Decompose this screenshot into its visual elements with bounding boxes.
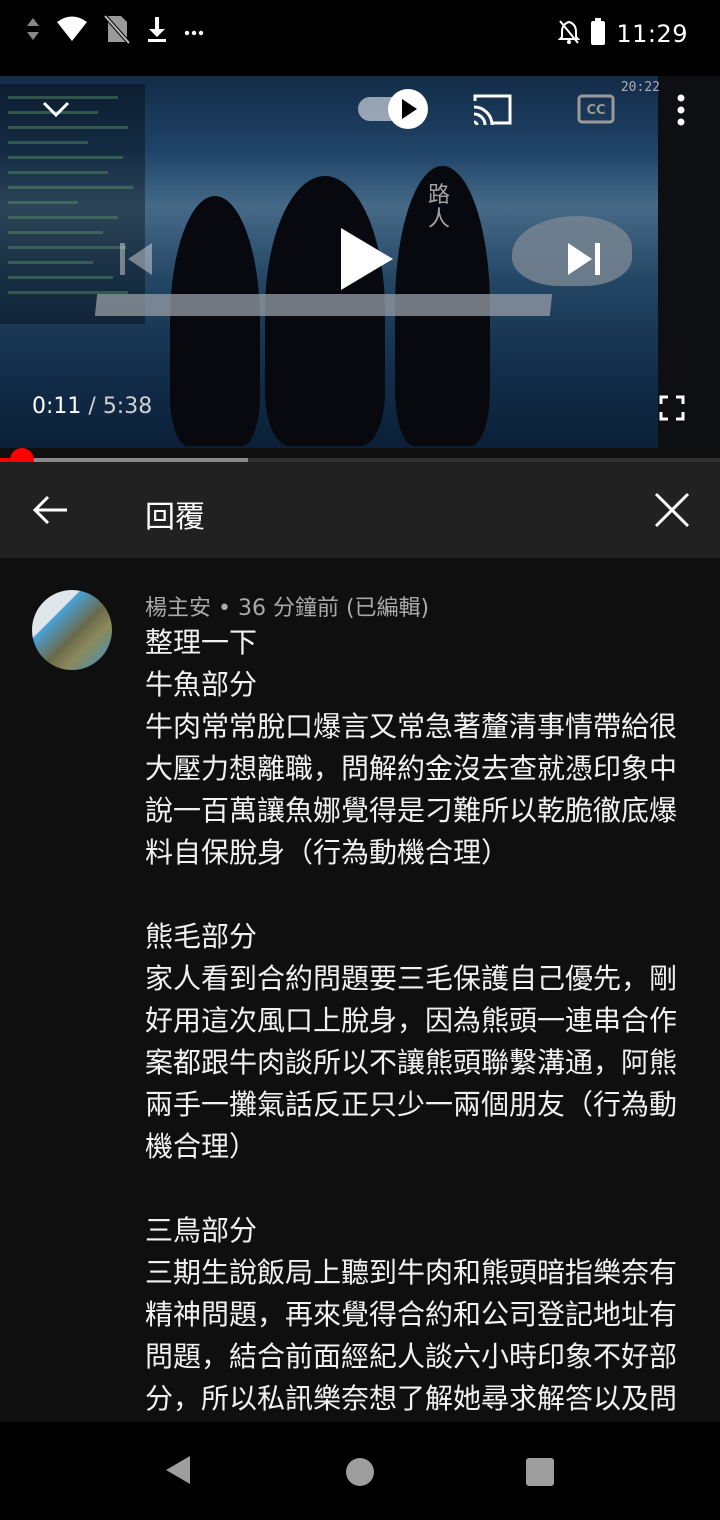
home-circle-icon[interactable]: [340, 1452, 380, 1492]
comment-thread-item: 楊主安 • 36 分鐘前 (已編輯) 整理一下 牛魚部分 牛肉常常脫口爆言又常急…: [0, 558, 720, 1422]
system-nav-bar: [0, 1422, 720, 1520]
status-left-icons: [26, 14, 204, 48]
more-notifications-icon: [184, 22, 204, 41]
svg-text:CC: CC: [586, 103, 605, 118]
time-separator: /: [81, 394, 103, 419]
status-clock: 11:29: [616, 20, 688, 48]
no-sim-icon: [103, 14, 131, 48]
skip-previous-icon[interactable]: [112, 236, 160, 282]
data-arrows-icon: [26, 14, 40, 48]
mute-bell-icon: [557, 19, 581, 49]
download-icon: [146, 15, 168, 47]
reply-panel-title: 回覆: [145, 500, 205, 535]
current-time: 0:11: [32, 394, 82, 419]
reply-panel-header: 回覆: [0, 462, 720, 558]
time-display: 0:11 / 5:38: [32, 394, 152, 419]
skip-next-icon[interactable]: [560, 236, 608, 282]
status-bar: 11:29: [0, 0, 720, 76]
back-arrow-icon[interactable]: [28, 488, 72, 532]
cast-icon[interactable]: [470, 90, 514, 128]
video-player[interactable]: 路 人 20:22 CC 0:11 / 5:38: [0, 76, 720, 448]
more-vert-icon[interactable]: [668, 90, 694, 130]
status-right-icons: 11:29: [557, 18, 688, 50]
recents-square-icon[interactable]: [520, 1452, 560, 1492]
meta-separator: •: [211, 596, 238, 621]
play-icon[interactable]: [330, 222, 400, 296]
fullscreen-icon[interactable]: [656, 392, 688, 424]
chevron-down-icon[interactable]: [36, 92, 76, 126]
comment-posted-time: 36 分鐘前 (已編輯): [237, 596, 430, 621]
autoplay-toggle-icon[interactable]: [356, 88, 430, 130]
close-icon[interactable]: [650, 488, 694, 532]
duration: 5:38: [102, 394, 153, 419]
comment-meta: 楊主安 • 36 分鐘前 (已編輯): [145, 590, 429, 622]
closed-captions-icon[interactable]: CC: [576, 92, 616, 126]
comment-body: 整理一下 牛魚部分 牛肉常常脫口爆言又常急著釐清事情帶給很大壓力想離職，問解約金…: [145, 626, 678, 1415]
wifi-icon: [56, 16, 88, 46]
battery-icon: [590, 18, 606, 50]
comment-author[interactable]: 楊主安: [145, 596, 211, 621]
back-triangle-icon[interactable]: [158, 1450, 198, 1490]
avatar[interactable]: [32, 590, 112, 670]
